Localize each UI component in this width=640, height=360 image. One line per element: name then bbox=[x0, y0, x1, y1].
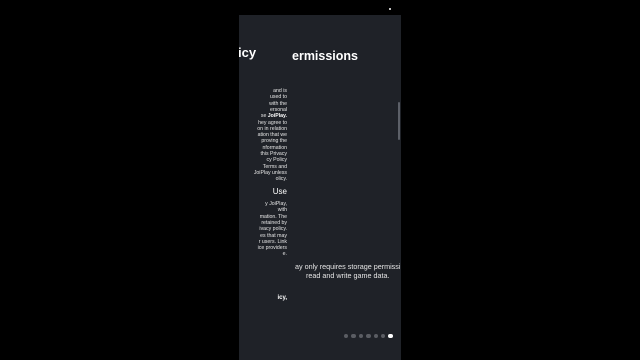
policy-text-segment: ersonal bbox=[269, 106, 287, 113]
permissions-description-line2: read and write game data. bbox=[306, 271, 390, 280]
permissions-page: ermissions ay only requires storage perm… bbox=[287, 15, 401, 360]
privacy-policy-title: icy bbox=[239, 45, 257, 60]
privacy-policy-page: icy and is used to with the ersonal se JoiPl… bbox=[239, 15, 287, 360]
page-dot-active bbox=[388, 334, 393, 339]
scrollbar[interactable] bbox=[398, 102, 400, 140]
phone-screen: icy and is used to with the ersonal se JoiPl… bbox=[239, 15, 401, 360]
usage-heading: Use bbox=[272, 187, 287, 196]
page-dot bbox=[380, 334, 386, 339]
policy-text-segment: cy Policy bbox=[266, 157, 287, 164]
page-dot bbox=[351, 334, 356, 339]
policy-text-segment: JoiPlay unless bbox=[253, 169, 287, 176]
policy-text-bold: JoiPlay. bbox=[267, 113, 287, 120]
permissions-title: ermissions bbox=[292, 49, 359, 63]
policy-text-segment: retained by bbox=[261, 219, 287, 226]
policy-text-segment: mation. The bbox=[259, 213, 287, 220]
policy-text-segment: hey agree to bbox=[258, 119, 287, 126]
privacy-policy-footer-text: icy, bbox=[277, 295, 287, 301]
policy-text-segment: ation that we bbox=[257, 132, 287, 139]
policy-text-segment: olicy. bbox=[275, 176, 287, 183]
page-dot bbox=[358, 334, 364, 339]
page-dot bbox=[366, 334, 371, 339]
policy-text-segment: se bbox=[260, 113, 268, 120]
policy-text-line: olicy. bbox=[276, 176, 287, 182]
page-indicator bbox=[344, 334, 393, 339]
policy-text-segment: with bbox=[277, 207, 287, 214]
page-dot bbox=[344, 334, 349, 339]
policy-text-segment: and is bbox=[273, 88, 287, 94]
policy-text-segment: ice providers bbox=[257, 245, 287, 252]
policy-text-segment: Terms and bbox=[262, 163, 287, 170]
policy-text-segment: this Privacy bbox=[260, 151, 287, 157]
policy-text-segment: used to bbox=[269, 94, 287, 101]
policy-text-segment: on in relation bbox=[257, 125, 287, 132]
policy-text-segment: nformation bbox=[262, 144, 287, 151]
policy-text-segment: ivacy policy. bbox=[259, 226, 287, 233]
policy-text-segment: r users. Link bbox=[258, 238, 287, 245]
policy-text-segment: es that may bbox=[260, 232, 287, 239]
policy-text-segment: with the bbox=[269, 100, 287, 107]
page-dot bbox=[373, 334, 378, 339]
policy-text-segment: proving the bbox=[261, 138, 287, 145]
status-indicator bbox=[389, 8, 391, 10]
policy-text-segment: y JoiPlay, bbox=[265, 201, 287, 207]
permissions-description-line1: ay only requires storage permissi bbox=[295, 262, 401, 271]
